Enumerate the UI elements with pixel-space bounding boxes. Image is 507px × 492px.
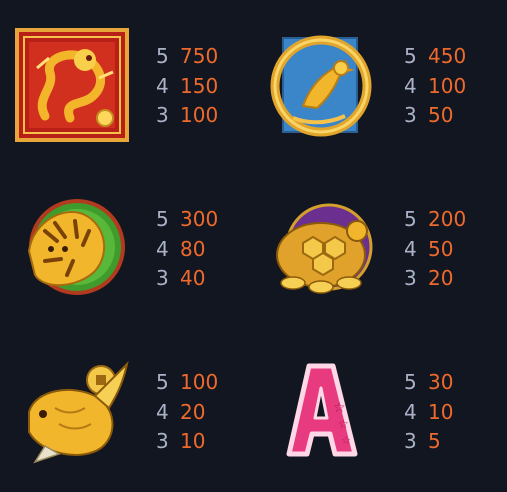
payout-row: 3 40 bbox=[156, 264, 218, 294]
payout-row: 3 20 bbox=[404, 264, 466, 294]
match-count: 3 bbox=[156, 266, 169, 290]
payout-list: 5 750 4 150 3 100 bbox=[156, 42, 218, 131]
match-count: 5 bbox=[156, 370, 169, 394]
match-count: 3 bbox=[404, 266, 417, 290]
payout-amount: 10 bbox=[428, 399, 454, 424]
payout-amount: 40 bbox=[180, 266, 206, 290]
payout-row: 5 200 bbox=[404, 205, 466, 235]
payout-amount: 20 bbox=[428, 266, 454, 290]
payout-amount: 300 bbox=[180, 207, 219, 231]
paytable-cell-dragon: 5 750 4 150 3 100 bbox=[3, 28, 253, 158]
payout-amount: 150 bbox=[180, 73, 219, 98]
turtle-symbol-icon bbox=[263, 191, 379, 307]
match-count: 3 bbox=[156, 103, 169, 127]
payout-row: 3 100 bbox=[156, 101, 218, 131]
paytable-cell-turtle: 5 200 4 50 3 20 bbox=[251, 191, 501, 321]
match-count: 4 bbox=[404, 73, 417, 98]
match-count: 3 bbox=[156, 429, 169, 453]
match-count: 5 bbox=[156, 207, 169, 231]
match-count: 5 bbox=[404, 207, 417, 231]
payout-amount: 100 bbox=[180, 370, 219, 394]
match-count: 4 bbox=[404, 399, 417, 424]
payout-row: 4 50 bbox=[404, 235, 466, 265]
paytable-cell-tiger: 5 300 4 80 3 40 bbox=[3, 191, 253, 321]
payout-amount: 20 bbox=[180, 399, 206, 424]
payout-row: 4 150 bbox=[156, 72, 218, 102]
match-count: 5 bbox=[404, 44, 417, 68]
payout-amount: 80 bbox=[180, 236, 206, 261]
match-count: 5 bbox=[156, 44, 169, 68]
match-count: 5 bbox=[404, 370, 417, 394]
payout-list: 5 100 4 20 3 10 bbox=[156, 368, 218, 457]
svg-text:☆: ☆ bbox=[333, 400, 346, 416]
payout-row: 5 30 bbox=[404, 368, 453, 398]
payout-list: 5 300 4 80 3 40 bbox=[156, 205, 218, 294]
payout-amount: 750 bbox=[180, 44, 219, 68]
paytable-cell-koi-fish: 5 100 4 20 3 10 bbox=[3, 354, 253, 484]
payout-amount: 200 bbox=[428, 207, 467, 231]
svg-text:☆: ☆ bbox=[338, 417, 349, 431]
payout-row: 4 20 bbox=[156, 398, 218, 428]
payout-list: 5 30 4 10 35 bbox=[404, 368, 453, 457]
paytable-cell-letter-a: ☆ ☆ ☆ 5 30 4 10 35 bbox=[251, 354, 501, 484]
payout-amount: 5 bbox=[428, 429, 441, 453]
payout-row: 5 300 bbox=[156, 205, 218, 235]
phoenix-symbol-icon bbox=[263, 28, 379, 144]
letter-a-symbol-icon: ☆ ☆ ☆ bbox=[263, 354, 379, 470]
payout-row: 4 100 bbox=[404, 72, 466, 102]
match-count: 3 bbox=[404, 103, 417, 127]
payout-amount: 100 bbox=[428, 73, 467, 98]
match-count: 4 bbox=[156, 399, 169, 424]
payout-list: 5 450 4 100 3 50 bbox=[404, 42, 466, 131]
payout-amount: 10 bbox=[180, 429, 206, 453]
match-count: 4 bbox=[156, 73, 169, 98]
payout-row: 5 450 bbox=[404, 42, 466, 72]
koi-fish-symbol-icon bbox=[15, 354, 131, 470]
svg-text:☆: ☆ bbox=[341, 434, 351, 447]
payout-amount: 50 bbox=[428, 103, 454, 127]
paytable-cell-phoenix: 5 450 4 100 3 50 bbox=[251, 28, 501, 158]
payout-amount: 100 bbox=[180, 103, 219, 127]
match-count: 3 bbox=[404, 429, 417, 453]
payout-row: 4 10 bbox=[404, 398, 453, 428]
tiger-symbol-icon bbox=[15, 191, 131, 307]
payout-row: 5 750 bbox=[156, 42, 218, 72]
payout-list: 5 200 4 50 3 20 bbox=[404, 205, 466, 294]
payout-row: 3 50 bbox=[404, 101, 466, 131]
payout-row: 5 100 bbox=[156, 368, 218, 398]
payout-row: 4 80 bbox=[156, 235, 218, 265]
payout-amount: 50 bbox=[428, 236, 454, 261]
match-count: 4 bbox=[156, 236, 169, 261]
payout-row: 35 bbox=[404, 427, 453, 457]
dragon-symbol-icon bbox=[15, 28, 131, 144]
payout-amount: 450 bbox=[428, 44, 467, 68]
match-count: 4 bbox=[404, 236, 417, 261]
payout-row: 3 10 bbox=[156, 427, 218, 457]
payout-amount: 30 bbox=[428, 370, 454, 394]
